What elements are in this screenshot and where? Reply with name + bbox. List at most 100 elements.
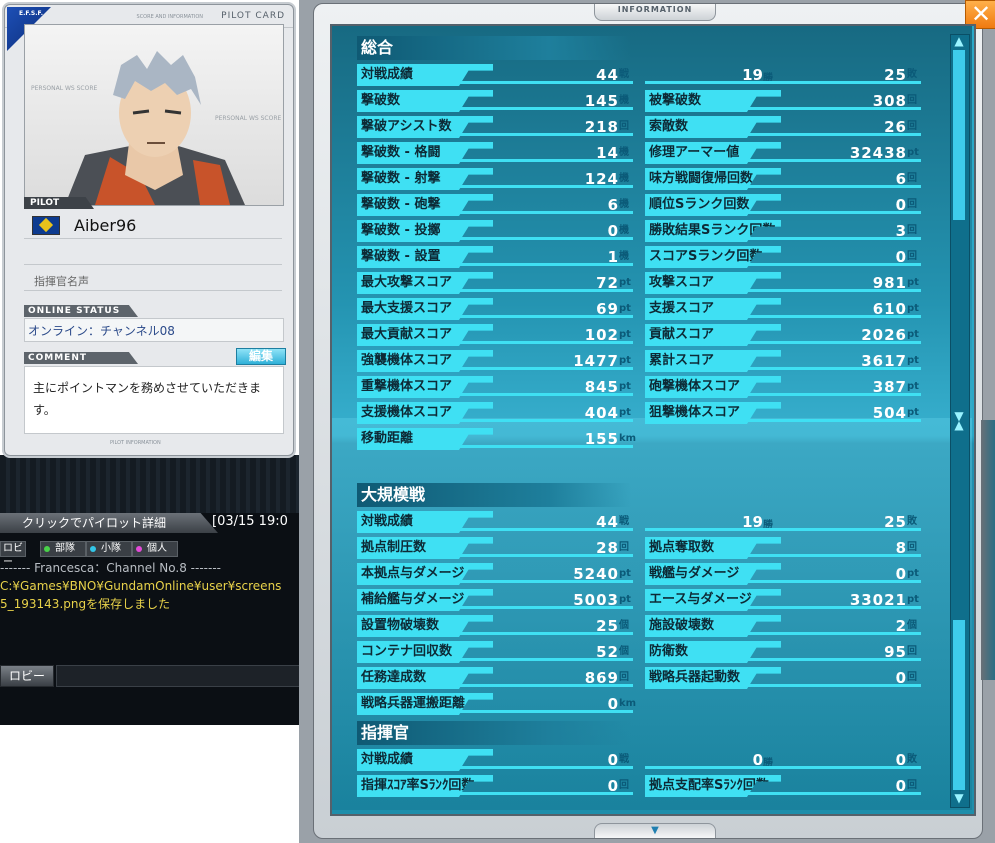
pilot-avatar-icon (65, 51, 245, 205)
stat-unit: 回 (907, 672, 917, 683)
stat-unit: 回 (907, 121, 917, 132)
panel-edge (981, 420, 995, 680)
scroll-up-icon[interactable]: ▲ (951, 34, 967, 48)
comment-heading: COMMENT (24, 352, 138, 364)
stat-unit: 回 (907, 173, 917, 184)
stat-value: 3617 (861, 352, 907, 370)
record-losses-unit: 敗 (907, 516, 917, 527)
stat-value: 308 (872, 92, 907, 110)
game-scene-strip (0, 455, 300, 513)
stat-row: 攻撃スコア 981 pt (645, 272, 921, 294)
card-footer: PILOT INFORMATION (110, 440, 161, 446)
stat-row: スコアSランク回数 0 回 (645, 246, 921, 268)
stat-unit: pt (619, 277, 631, 288)
expand-down-icon[interactable]: ▼ (594, 823, 716, 838)
record-row: 対戦成績 0 戦 (357, 749, 633, 771)
stat-unit: km (619, 433, 637, 444)
stat-row: 貢献スコア 2026 pt (645, 324, 921, 346)
stat-unit: pt (907, 147, 919, 158)
stat-value: 155 (584, 430, 619, 448)
stat-row: 防衛数 95 回 (645, 641, 921, 663)
stat-unit: 回 (907, 542, 917, 553)
pilot-tag: PILOT (24, 197, 94, 209)
record-losses: 25 敗 (645, 64, 921, 86)
chat-tab-unit[interactable]: 部隊 (40, 541, 86, 557)
record-battles: 0 (607, 751, 619, 769)
stat-value: 69 (596, 300, 619, 318)
record-losses-unit: 敗 (907, 69, 917, 80)
stat-value: 981 (872, 274, 907, 292)
chat-line: C:¥Games¥BNO¥GundamOnline¥user¥screens (0, 579, 282, 593)
stat-row: 順位Sランク回数 0 回 (645, 194, 921, 216)
stat-value: 6 (607, 196, 619, 214)
chat-line: ------- Francesca：Channel No.8 ------- (0, 561, 221, 575)
stat-value: 1 (607, 248, 619, 266)
chat-tab-squad[interactable]: 小隊 (86, 541, 132, 557)
scrollbar-thumb[interactable] (953, 50, 965, 220)
stat-row: 最大攻撃スコア 72 pt (357, 272, 633, 294)
stat-unit: 回 (907, 225, 917, 236)
stat-value: 6 (895, 170, 907, 188)
stat-value: 52 (596, 643, 619, 661)
stat-row: 拠点奪取数 8 回 (645, 537, 921, 559)
card-subtitle: SCORE AND INFORMATION (136, 14, 203, 20)
lobby-channel-button[interactable]: ロビー (0, 665, 54, 687)
stat-row: 戦略兵器運搬距離 0 km (357, 693, 636, 715)
section-title: 総合 (357, 36, 631, 60)
stat-row: 勝敗結果Sランク回数 3 回 (645, 220, 921, 242)
record-losses: 25 敗 (645, 511, 921, 533)
scrollbar-thumb[interactable] (953, 620, 965, 790)
record-losses-value: 25 (884, 513, 907, 531)
stat-value: 5240 (573, 565, 619, 583)
stat-value: 845 (584, 378, 619, 396)
stat-unit: pt (619, 303, 631, 314)
stat-value: 145 (584, 92, 619, 110)
stat-unit: pt (907, 407, 919, 418)
stat-bar (645, 528, 921, 531)
stat-value: 14 (596, 144, 619, 162)
stat-unit: 個 (619, 646, 629, 657)
comment-text: 主にポイントマンを務めさせていただきます。 (33, 381, 262, 417)
chat-tab-private[interactable]: 個人 (132, 541, 178, 557)
stat-value: 0 (607, 695, 619, 713)
stat-bar (645, 81, 921, 84)
section-title: 指揮官 (357, 721, 631, 745)
stat-value: 102 (584, 326, 619, 344)
stat-row: 重撃機体スコア 845 pt (357, 376, 633, 398)
commander-fame-label: 指揮官名声 (34, 275, 89, 288)
chat-input[interactable] (56, 665, 302, 687)
chat-tab-lobby[interactable]: ロビー (0, 541, 26, 568)
stat-value: 869 (584, 669, 619, 687)
stat-unit: 機 (619, 225, 629, 236)
record-battles-unit: 戦 (619, 754, 629, 765)
stat-value: 2026 (861, 326, 907, 344)
stat-unit: 個 (619, 620, 629, 631)
record-battles-unit: 戦 (619, 69, 629, 80)
affiliation-row (24, 238, 282, 265)
stat-unit: 回 (619, 672, 629, 683)
stat-row: 撃破数 - 設置 1 機 (357, 246, 633, 268)
edit-comment-button[interactable]: 編集 (236, 348, 286, 365)
pilot-detail-button[interactable]: クリックでパイロット詳細 (0, 513, 218, 533)
stat-value: 218 (584, 118, 619, 136)
online-status-heading: ONLINE STATUS (24, 305, 138, 317)
stat-row: 移動距離 155 km (357, 428, 637, 450)
pilot-name-row (24, 212, 282, 239)
stat-unit: 回 (907, 199, 917, 210)
stat-row: 拠点制圧数 28 回 (357, 537, 633, 559)
stat-row: 支援機体スコア 404 pt (357, 402, 633, 424)
scroll-down-icon[interactable]: ▼ (951, 791, 967, 805)
stat-value: 25 (596, 617, 619, 635)
stat-value: 0 (895, 196, 907, 214)
stat-value: 26 (884, 118, 907, 136)
stat-row: 撃破数 - 砲撃 6 機 (357, 194, 633, 216)
stat-value: 0 (895, 248, 907, 266)
status-dot-icon (136, 546, 142, 552)
scroll-split-icon[interactable]: ▼ ▲ (951, 410, 967, 431)
stat-unit: pt (619, 329, 631, 340)
stat-unit: pt (619, 594, 631, 605)
record-row: 対戦成績 44 戦 (357, 64, 633, 86)
online-status-text: オンライン：チャンネル08 (28, 324, 175, 338)
stat-unit: pt (907, 277, 919, 288)
stat-value: 3 (895, 222, 907, 240)
